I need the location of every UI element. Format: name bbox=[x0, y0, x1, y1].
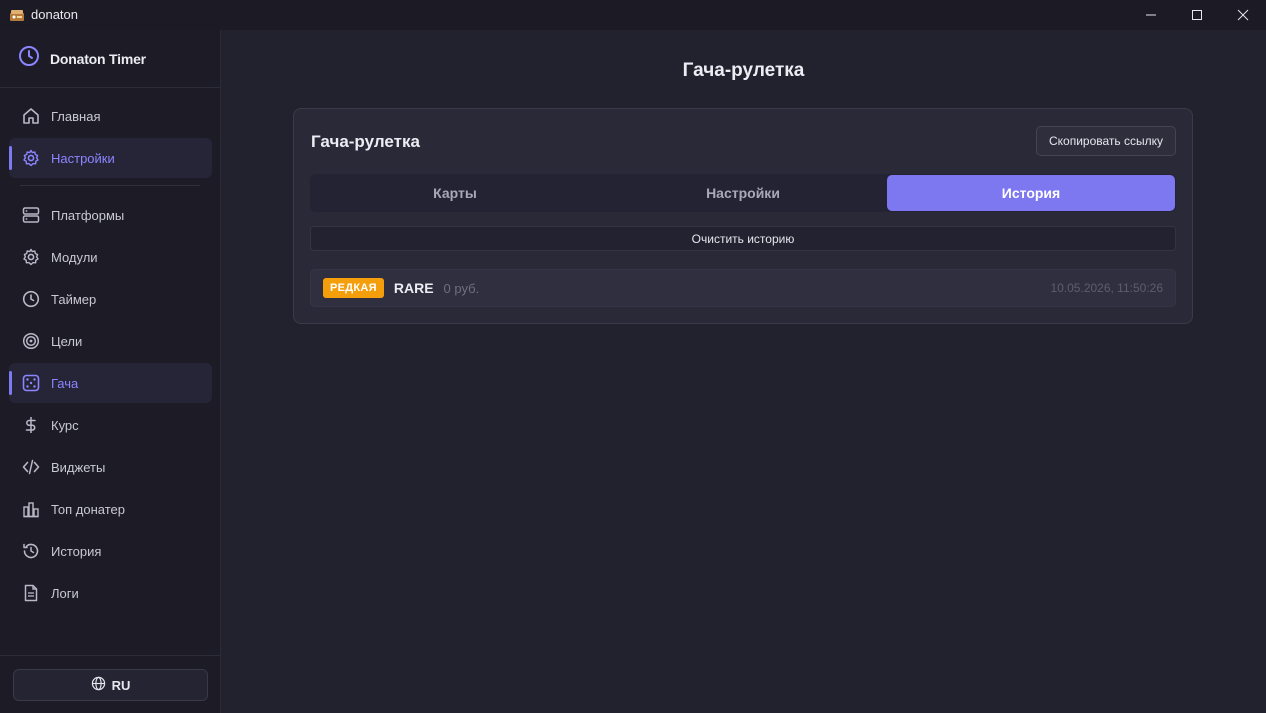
file-icon bbox=[22, 584, 40, 602]
gear-icon bbox=[22, 149, 40, 167]
dice-icon bbox=[22, 374, 40, 392]
tab-bar: Карты Настройки История bbox=[310, 174, 1176, 212]
sidebar-item-top-donater[interactable]: Топ донатер bbox=[9, 489, 212, 529]
history-item-name: RARE bbox=[393, 280, 434, 296]
globe-icon bbox=[91, 676, 106, 694]
target-icon bbox=[22, 332, 40, 350]
sidebar-item-timer[interactable]: Таймер bbox=[9, 279, 212, 319]
tab-settings[interactable]: Настройки bbox=[599, 175, 887, 211]
window-title: donaton bbox=[31, 7, 78, 22]
history-icon bbox=[22, 542, 40, 560]
minimize-icon bbox=[1146, 14, 1156, 16]
gear-icon bbox=[22, 248, 40, 266]
sidebar-item-label: Топ донатер bbox=[51, 501, 126, 517]
history-item-time: 10.05.2026, 11:50:26 bbox=[1050, 281, 1163, 295]
maximize-icon bbox=[1192, 10, 1202, 20]
brand-name: Donaton Timer bbox=[50, 50, 146, 67]
close-button[interactable] bbox=[1220, 0, 1266, 30]
app-icon bbox=[9, 7, 25, 23]
rarity-badge: РЕДКАЯ bbox=[323, 278, 384, 298]
sidebar-item-rate[interactable]: Курс bbox=[9, 405, 212, 445]
sidebar-item-platforms[interactable]: Платформы bbox=[9, 195, 212, 235]
sidebar-item-goals[interactable]: Цели bbox=[9, 321, 212, 361]
language-label: RU bbox=[111, 677, 131, 693]
sidebar-item-label: Главная bbox=[51, 108, 101, 124]
card-title: Гача-рулетка bbox=[311, 132, 420, 151]
sidebar-item-label: Таймер bbox=[51, 291, 97, 307]
close-icon bbox=[1237, 9, 1249, 21]
title-bar: donaton bbox=[0, 0, 1266, 30]
tab-history[interactable]: История bbox=[887, 175, 1175, 211]
sidebar-item-home[interactable]: Главная bbox=[9, 96, 212, 136]
sidebar-item-label: Гача bbox=[51, 375, 79, 391]
sidebar: Donaton Timer Главная Настройки Платформ… bbox=[0, 30, 221, 713]
home-icon bbox=[22, 107, 40, 125]
main-content: Гача-рулетка Гача-рулетка Скопировать сс… bbox=[221, 30, 1266, 713]
history-row: РЕДКАЯ RARE 0 руб. 10.05.2026, 11:50:26 bbox=[310, 269, 1176, 307]
sidebar-item-label: Цели bbox=[51, 333, 83, 349]
gacha-card: Гача-рулетка Скопировать ссылку Карты На… bbox=[293, 108, 1193, 324]
clock-icon bbox=[18, 45, 40, 72]
sidebar-item-label: Модули bbox=[51, 249, 98, 265]
tab-cards[interactable]: Карты bbox=[311, 175, 599, 211]
clock-icon bbox=[22, 290, 40, 308]
sidebar-item-settings[interactable]: Настройки bbox=[9, 138, 212, 178]
sidebar-item-label: Платформы bbox=[51, 207, 125, 223]
code-icon bbox=[22, 458, 40, 476]
brand: Donaton Timer bbox=[0, 30, 220, 88]
sidebar-item-label: Логи bbox=[51, 585, 79, 601]
sidebar-item-label: История bbox=[51, 543, 102, 559]
sidebar-item-modules[interactable]: Модули bbox=[9, 237, 212, 277]
podium-icon bbox=[22, 500, 40, 518]
sidebar-item-widgets[interactable]: Виджеты bbox=[9, 447, 212, 487]
language-button[interactable]: RU bbox=[13, 669, 208, 701]
minimize-button[interactable] bbox=[1128, 0, 1174, 30]
clear-history-button[interactable]: Очистить историю bbox=[310, 226, 1176, 251]
dollar-icon bbox=[22, 416, 40, 434]
sidebar-footer: RU bbox=[0, 655, 220, 713]
history-item-amount: 0 руб. bbox=[443, 280, 480, 296]
sidebar-item-gacha[interactable]: Гача bbox=[9, 363, 212, 403]
maximize-button[interactable] bbox=[1174, 0, 1220, 30]
sidebar-item-history[interactable]: История bbox=[9, 531, 212, 571]
sidebar-item-label: Виджеты bbox=[51, 459, 106, 475]
sidebar-item-label: Курс bbox=[51, 417, 79, 433]
sidebar-item-logs[interactable]: Логи bbox=[9, 573, 212, 613]
sidebar-divider bbox=[20, 185, 200, 186]
server-icon bbox=[22, 206, 40, 224]
page-title: Гача-рулетка bbox=[682, 60, 805, 81]
copy-link-button[interactable]: Скопировать ссылку bbox=[1036, 126, 1176, 156]
sidebar-item-label: Настройки bbox=[51, 150, 115, 166]
